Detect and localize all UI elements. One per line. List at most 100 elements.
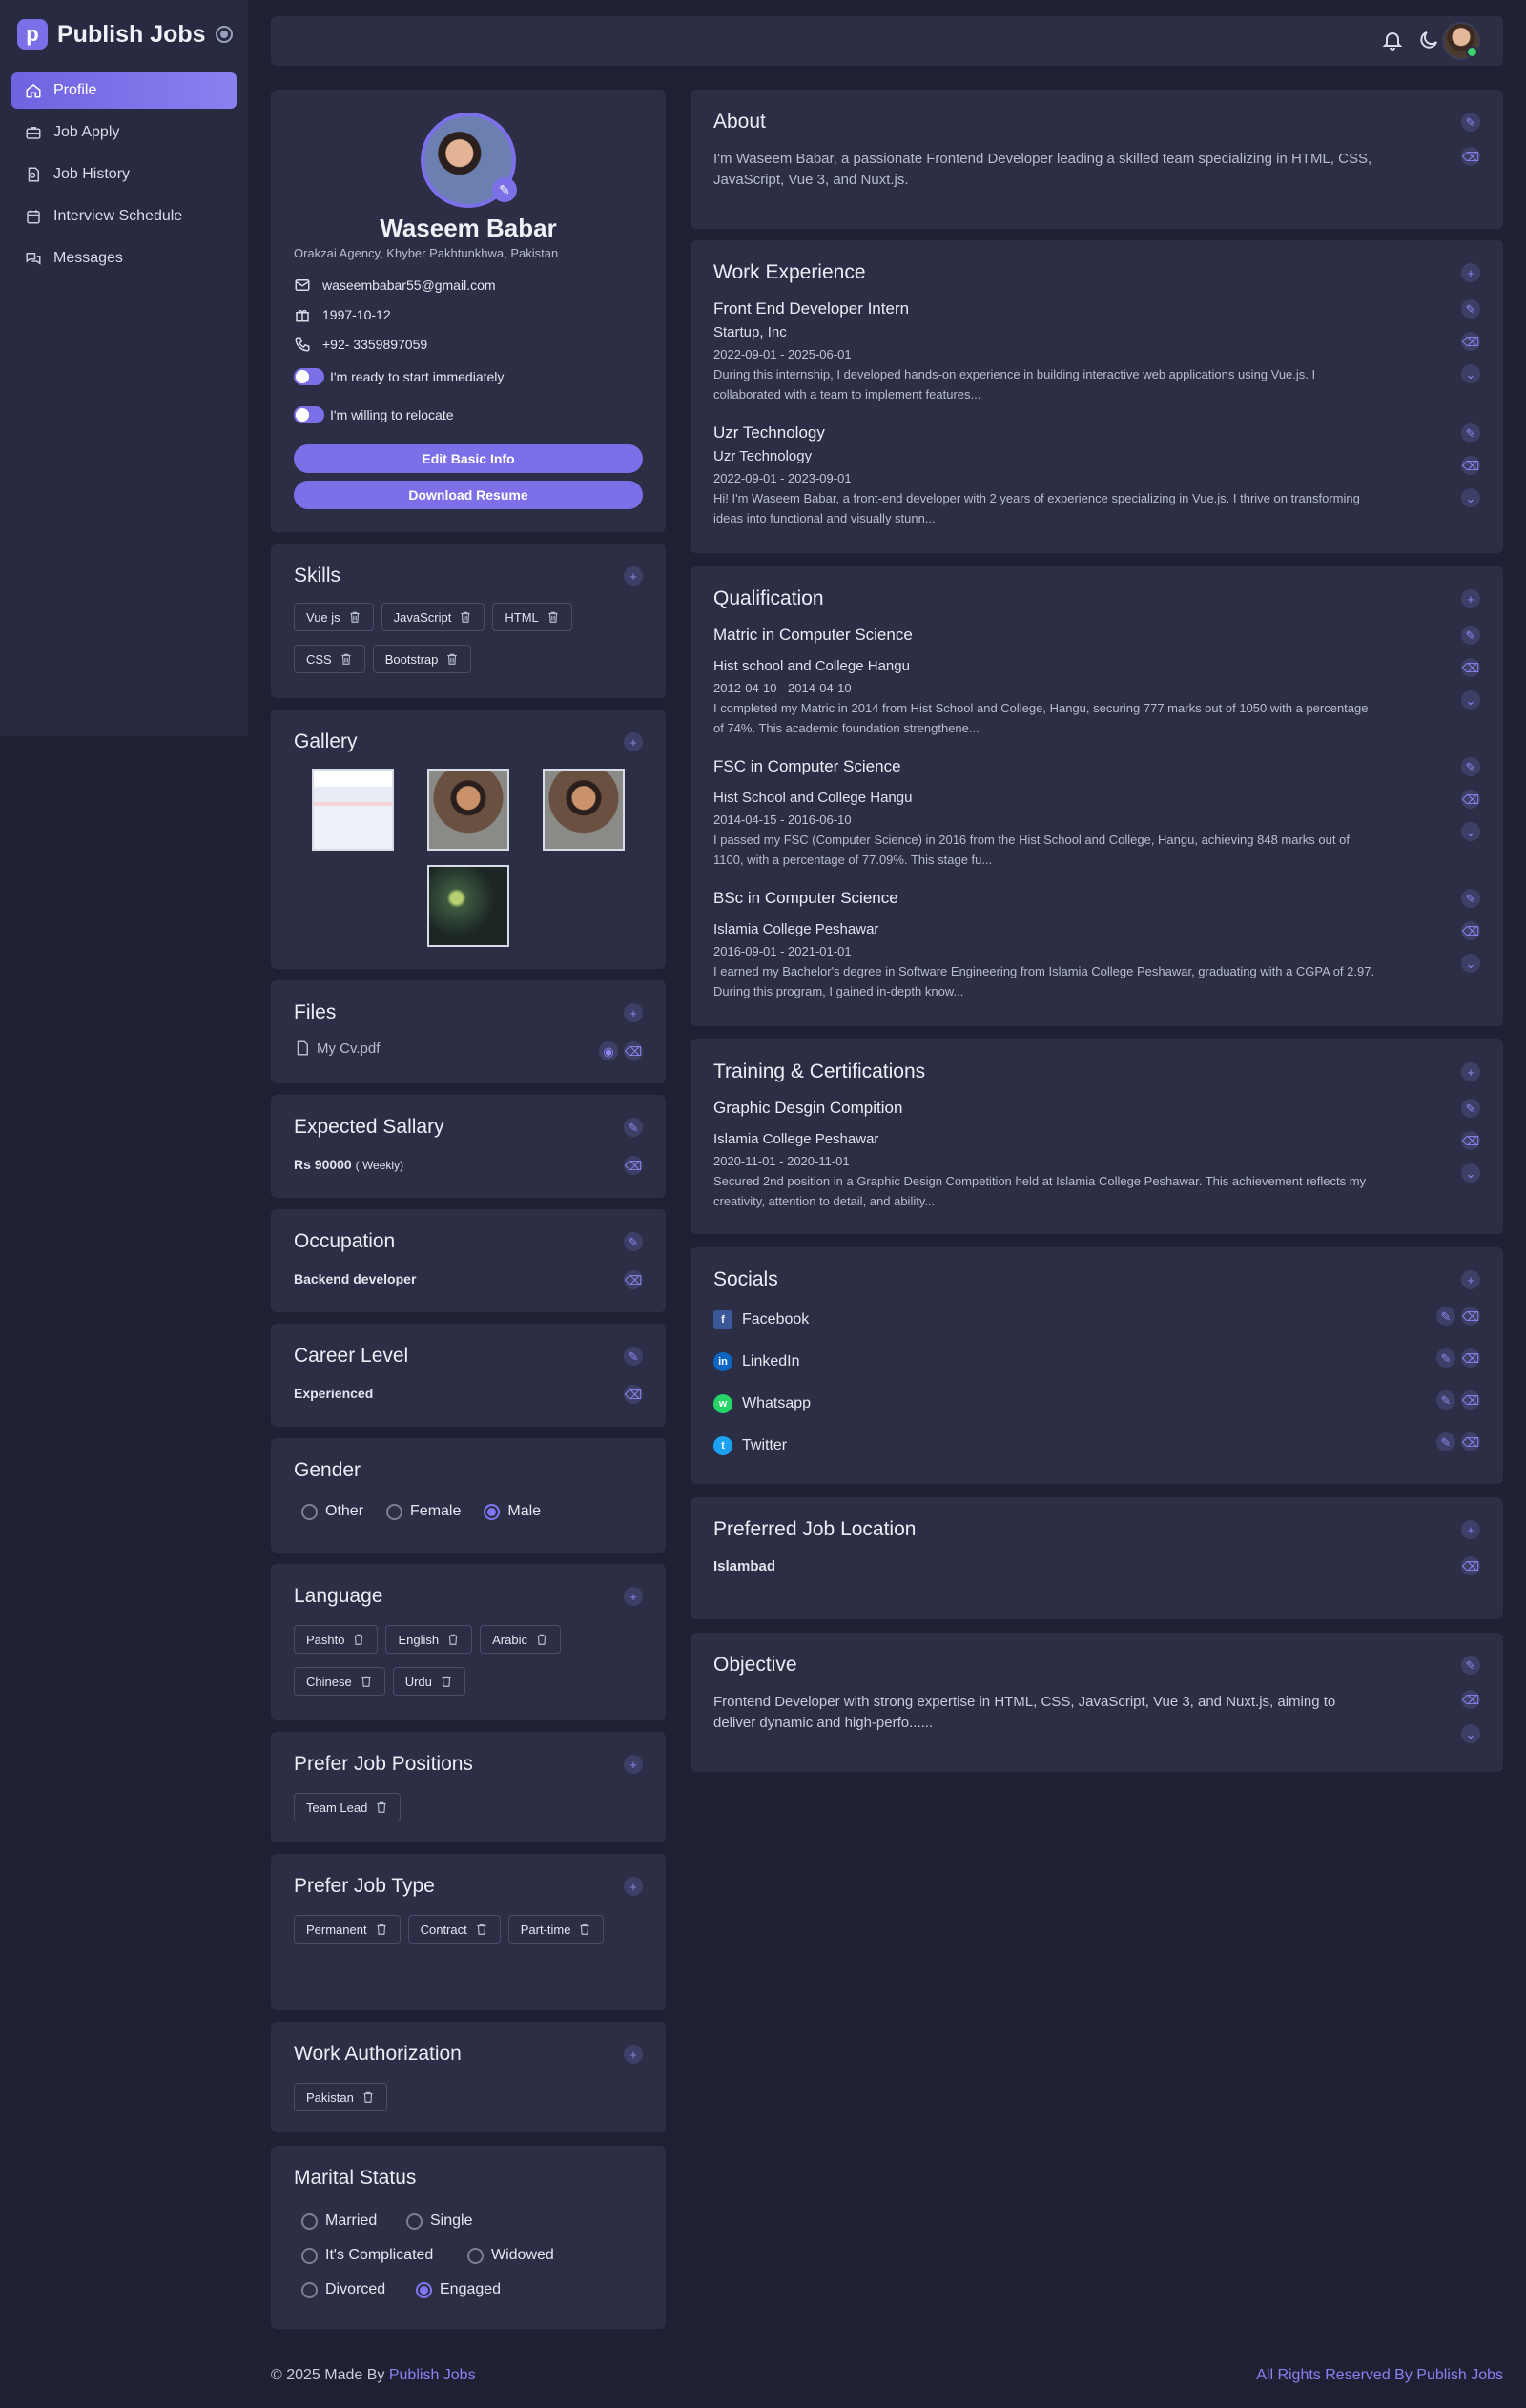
chevron-down-icon[interactable]: ⌄	[1461, 1724, 1480, 1743]
trash-icon[interactable]	[446, 1633, 460, 1646]
add-file-icon[interactable]: +	[624, 1003, 643, 1022]
gender-option[interactable]: Other	[301, 1503, 363, 1520]
chevron-down-icon[interactable]: ⌄	[1461, 1163, 1480, 1183]
gallery-image[interactable]	[427, 865, 509, 947]
delete-icon[interactable]: ⌫	[1461, 456, 1480, 475]
edit-icon[interactable]: ✎	[624, 1347, 643, 1366]
footer-rights[interactable]: All Rights Reserved By Publish Jobs	[1256, 2367, 1503, 2384]
social-row[interactable]: f Facebook	[713, 1310, 809, 1329]
delete-icon[interactable]: ⌫	[1461, 1556, 1480, 1575]
gender-option[interactable]: Male	[484, 1503, 541, 1520]
gallery-image[interactable]	[312, 769, 394, 851]
marital-option[interactable]: It's Complicated	[301, 2247, 433, 2264]
edit-icon[interactable]: ✎	[1436, 1432, 1455, 1451]
trash-icon[interactable]	[546, 610, 560, 624]
edit-basic-info-button[interactable]: Edit Basic Info	[294, 444, 643, 473]
sidebar-item-job-apply[interactable]: Job Apply	[11, 114, 237, 151]
trash-icon[interactable]	[445, 652, 459, 666]
footer-link[interactable]: Publish Jobs	[389, 2367, 476, 2383]
sidebar-item-interview-schedule[interactable]: Interview Schedule	[11, 198, 237, 235]
edit-icon[interactable]: ✎	[1461, 299, 1480, 319]
delete-icon[interactable]: ⌫	[624, 1156, 643, 1175]
moon-icon[interactable]	[1417, 29, 1440, 51]
edit-icon[interactable]: ✎	[624, 1118, 643, 1137]
delete-icon[interactable]: ⌫	[624, 1270, 643, 1289]
ready-toggle[interactable]	[294, 368, 324, 385]
bell-icon[interactable]	[1381, 29, 1404, 51]
gallery-image[interactable]	[543, 769, 625, 851]
marital-option[interactable]: Single	[406, 2212, 472, 2230]
brand[interactable]: p Publish Jobs	[17, 19, 206, 50]
delete-icon[interactable]: ⌫	[1461, 1131, 1480, 1150]
trash-icon[interactable]	[578, 1923, 591, 1936]
trash-icon[interactable]	[348, 610, 361, 624]
add-training-icon[interactable]: +	[1461, 1062, 1480, 1081]
delete-icon[interactable]: ⌫	[624, 1041, 643, 1060]
edit-icon[interactable]: ✎	[1436, 1390, 1455, 1410]
sidebar-item-profile[interactable]: Profile	[11, 72, 237, 109]
edit-icon[interactable]: ✎	[1461, 1656, 1480, 1675]
trash-icon[interactable]	[475, 1923, 488, 1936]
delete-icon[interactable]: ⌫	[1461, 658, 1480, 677]
social-row[interactable]: w Whatsapp	[713, 1394, 811, 1413]
delete-icon[interactable]: ⌫	[1461, 921, 1480, 940]
trash-icon[interactable]	[361, 2090, 375, 2104]
delete-icon[interactable]: ⌫	[1461, 790, 1480, 809]
edit-icon[interactable]: ✎	[1461, 1099, 1480, 1118]
chevron-down-icon[interactable]: ⌄	[1461, 364, 1480, 383]
trash-icon[interactable]	[459, 610, 472, 624]
edit-icon[interactable]: ✎	[1436, 1307, 1455, 1326]
edit-icon[interactable]: ✎	[1461, 889, 1480, 908]
trash-icon[interactable]	[375, 1801, 388, 1814]
add-image-icon[interactable]: +	[624, 732, 643, 751]
add-language-icon[interactable]: +	[624, 1587, 643, 1606]
add-skill-icon[interactable]: +	[624, 566, 643, 586]
trash-icon[interactable]	[352, 1633, 365, 1646]
edit-icon[interactable]: ✎	[624, 1232, 643, 1251]
gallery-image[interactable]	[427, 769, 509, 851]
chevron-down-icon[interactable]: ⌄	[1461, 822, 1480, 841]
delete-icon[interactable]: ⌫	[1461, 1348, 1480, 1368]
social-row[interactable]: t Twitter	[713, 1436, 787, 1455]
marital-option[interactable]: Married	[301, 2212, 377, 2230]
marital-option[interactable]: Widowed	[467, 2247, 554, 2264]
add-experience-icon[interactable]: +	[1461, 263, 1480, 282]
sidebar-item-job-history[interactable]: Job History	[11, 156, 237, 193]
delete-icon[interactable]: ⌫	[1461, 1390, 1480, 1410]
edit-icon[interactable]: ✎	[1461, 113, 1480, 132]
marital-option[interactable]: Engaged	[416, 2281, 501, 2298]
sidebar-item-messages[interactable]: Messages	[11, 240, 237, 277]
sidebar-collapse-icon[interactable]	[216, 26, 233, 43]
trash-icon[interactable]	[440, 1675, 453, 1688]
social-row[interactable]: in LinkedIn	[713, 1352, 800, 1371]
avatar[interactable]	[1442, 22, 1480, 60]
add-position-icon[interactable]: +	[624, 1755, 643, 1774]
add-qualification-icon[interactable]: +	[1461, 589, 1480, 608]
trash-icon[interactable]	[535, 1633, 548, 1646]
trash-icon[interactable]	[375, 1923, 388, 1936]
edit-avatar-icon[interactable]: ✎	[492, 177, 517, 202]
chevron-down-icon[interactable]: ⌄	[1461, 954, 1480, 973]
edit-icon[interactable]: ✎	[1461, 626, 1480, 645]
delete-icon[interactable]: ⌫	[1461, 332, 1480, 351]
chevron-down-icon[interactable]: ⌄	[1461, 488, 1480, 507]
file-name[interactable]: My Cv.pdf	[317, 1040, 380, 1057]
edit-icon[interactable]: ✎	[1461, 757, 1480, 776]
trash-icon[interactable]	[340, 652, 353, 666]
chevron-down-icon[interactable]: ⌄	[1461, 690, 1480, 710]
marital-option[interactable]: Divorced	[301, 2281, 385, 2298]
add-social-icon[interactable]: +	[1461, 1270, 1480, 1289]
add-location-icon[interactable]: +	[1461, 1520, 1480, 1539]
add-authorization-icon[interactable]: +	[624, 2045, 643, 2064]
delete-icon[interactable]: ⌫	[624, 1385, 643, 1404]
edit-icon[interactable]: ✎	[1436, 1348, 1455, 1368]
delete-icon[interactable]: ⌫	[1461, 147, 1480, 166]
eye-icon[interactable]: ◉	[599, 1041, 618, 1060]
trash-icon[interactable]	[360, 1675, 373, 1688]
delete-icon[interactable]: ⌫	[1461, 1690, 1480, 1709]
delete-icon[interactable]: ⌫	[1461, 1432, 1480, 1451]
relocate-toggle[interactable]	[294, 406, 324, 423]
add-job-type-icon[interactable]: +	[624, 1877, 643, 1896]
delete-icon[interactable]: ⌫	[1461, 1307, 1480, 1326]
download-resume-button[interactable]: Download Resume	[294, 481, 643, 509]
